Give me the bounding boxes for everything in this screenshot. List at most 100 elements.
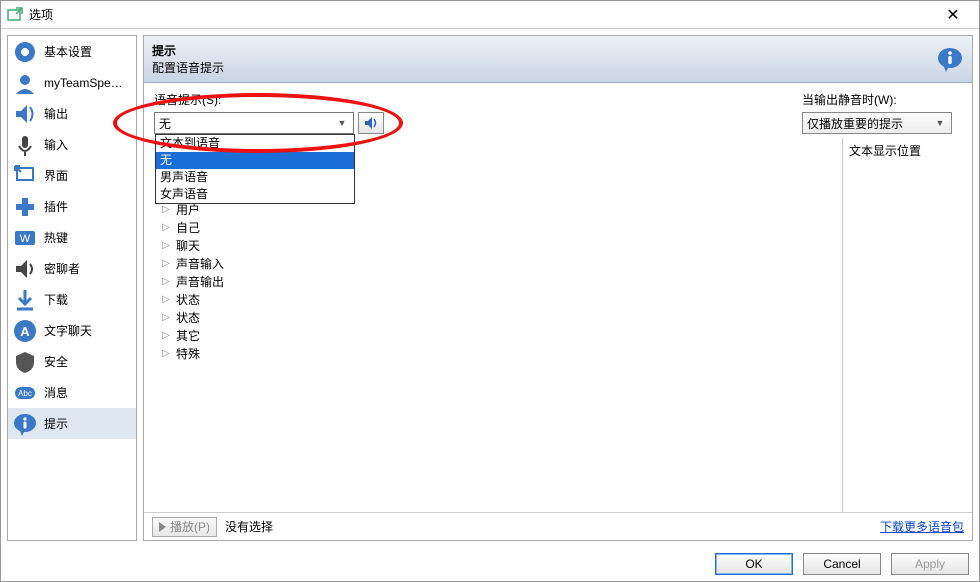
test-voice-button[interactable] <box>358 112 384 134</box>
sidebar-item-label: 输出 <box>44 105 68 122</box>
sidebar-icon <box>12 349 38 375</box>
sidebar-icon <box>12 132 38 158</box>
mute-output-value: 仅播放重要的提示 <box>807 115 933 132</box>
main-footer: 播放(P) 没有选择 下载更多语音包 <box>144 512 972 540</box>
sidebar-item[interactable]: 安全 <box>8 346 136 377</box>
tree-item-label: 聊天 <box>176 237 200 254</box>
titlebar: 选项 ✕ <box>1 1 979 29</box>
expander-icon: ▷ <box>162 276 172 287</box>
svg-text:A: A <box>20 324 30 339</box>
mute-output-label: 当输出静音时(W): <box>802 91 962 108</box>
tree-item[interactable]: ▷ 状态 <box>162 290 832 308</box>
sidebar-item[interactable]: Abc 消息 <box>8 377 136 408</box>
tree-item[interactable]: ▷ 特殊 <box>162 344 832 362</box>
sidebar-item-label: 界面 <box>44 167 68 184</box>
text-position-panel: 文本显示位置 <box>842 138 962 512</box>
tree-item-label: 声音输出 <box>176 273 224 290</box>
svg-text:W: W <box>20 233 31 245</box>
sidebar-item[interactable]: 提示 <box>8 408 136 439</box>
tree-item-label: 其它 <box>176 327 200 344</box>
main-body: 语音提示(S): 无 ▼ 文本到语音无男声语音女声语音 <box>144 83 972 512</box>
sidebar-item[interactable]: W 热键 <box>8 222 136 253</box>
sidebar-item[interactable]: 密聊者 <box>8 253 136 284</box>
tree-item[interactable]: ▷ 声音输入 <box>162 254 832 272</box>
sidebar-icon <box>12 101 38 127</box>
sidebar-item[interactable]: 输出 <box>8 98 136 129</box>
chevron-down-icon: ▼ <box>335 118 349 128</box>
dropdown-item[interactable]: 无 <box>156 152 354 169</box>
sidebar-item[interactable]: myTeamSpe… <box>8 67 136 98</box>
sidebar-icon <box>12 70 38 96</box>
expander-icon: ▷ <box>162 294 172 305</box>
expander-icon: ▷ <box>162 240 172 251</box>
sidebar-icon <box>12 163 38 189</box>
sidebar-item-label: 下载 <box>44 291 68 308</box>
expander-icon: ▷ <box>162 258 172 269</box>
sidebar-item[interactable]: A 文字聊天 <box>8 315 136 346</box>
chevron-down-icon: ▼ <box>933 118 947 128</box>
svg-text:Abc: Abc <box>18 389 32 398</box>
expander-icon: ▷ <box>162 312 172 323</box>
expander-icon: ▷ <box>162 330 172 341</box>
tree-item-label: 声音输入 <box>176 255 224 272</box>
app-icon <box>7 7 23 23</box>
header-subtitle: 配置语音提示 <box>152 59 936 76</box>
sidebar-icon: A <box>12 318 38 344</box>
sidebar-item-label: 输入 <box>44 136 68 153</box>
sidebar-item[interactable]: 输入 <box>8 129 136 160</box>
sidebar-icon <box>12 256 38 282</box>
window-title: 选项 <box>29 6 933 23</box>
sidebar-item[interactable]: 插件 <box>8 191 136 222</box>
sidebar-icon <box>12 411 38 437</box>
text-position-title: 文本显示位置 <box>849 142 956 159</box>
ok-button[interactable]: OK <box>715 553 793 575</box>
sidebar-icon <box>12 194 38 220</box>
sidebar-item-label: 消息 <box>44 384 68 401</box>
form-row: 语音提示(S): 无 ▼ 文本到语音无男声语音女声语音 <box>154 91 962 134</box>
tree-item[interactable]: ▷ 状态 <box>162 308 832 326</box>
tree-item-label: 特殊 <box>176 345 200 362</box>
expander-icon: ▷ <box>162 222 172 233</box>
close-button[interactable]: ✕ <box>933 5 973 25</box>
header-title: 提示 <box>152 42 936 59</box>
sidebar-icon: Abc <box>12 380 38 406</box>
voice-prompt-label: 语音提示(S): <box>154 91 802 108</box>
sidebar-item-label: 基本设置 <box>44 43 92 60</box>
play-button[interactable]: 播放(P) <box>152 517 217 537</box>
sidebar-icon: W <box>12 225 38 251</box>
sidebar-item-label: 安全 <box>44 353 68 370</box>
cancel-button[interactable]: Cancel <box>803 553 881 575</box>
play-icon <box>159 522 166 532</box>
tree-item[interactable]: ▷ 自己 <box>162 218 832 236</box>
expander-icon: ▷ <box>162 348 172 359</box>
sidebar-icon <box>12 39 38 65</box>
sidebar-item[interactable]: 基本设置 <box>8 36 136 67</box>
info-icon <box>936 45 964 73</box>
tree-item[interactable]: ▷ 聊天 <box>162 236 832 254</box>
dropdown-item[interactable]: 文本到语音 <box>156 135 354 152</box>
sidebar-item-label: 密聊者 <box>44 260 80 277</box>
sidebar-item-label: 热键 <box>44 229 68 246</box>
sidebar-item-label: myTeamSpe… <box>44 76 123 90</box>
window: 选项 ✕ 基本设置 myTeamSpe… 输出输入界面插件 W 热键密聊者下载 A 文字聊天… <box>0 0 980 582</box>
sidebar: 基本设置 myTeamSpe… 输出输入界面插件 W 热键密聊者下载 A 文字聊天安全 Abc… <box>7 35 137 541</box>
tree-item-label: 状态 <box>176 291 200 308</box>
tree-item-label: 状态 <box>176 309 200 326</box>
button-bar: OK Cancel Apply <box>1 547 979 581</box>
tree-item-label: 自己 <box>176 219 200 236</box>
tree-item[interactable]: ▷ 声音输出 <box>162 272 832 290</box>
footer-status: 没有选择 <box>225 518 273 535</box>
window-body: 基本设置 myTeamSpe… 输出输入界面插件 W 热键密聊者下载 A 文字聊天安全 Abc… <box>1 29 979 547</box>
mute-output-combo[interactable]: 仅播放重要的提示 ▼ <box>802 112 952 134</box>
voice-prompt-combo[interactable]: 无 ▼ 文本到语音无男声语音女声语音 <box>154 112 354 134</box>
apply-button[interactable]: Apply <box>891 553 969 575</box>
download-more-link[interactable]: 下载更多语音包 <box>880 518 964 535</box>
voice-prompt-value: 无 <box>159 115 335 132</box>
dropdown-item[interactable]: 女声语音 <box>156 186 354 203</box>
dropdown-item[interactable]: 男声语音 <box>156 169 354 186</box>
sidebar-item[interactable]: 界面 <box>8 160 136 191</box>
sidebar-item-label: 插件 <box>44 198 68 215</box>
sidebar-item[interactable]: 下载 <box>8 284 136 315</box>
sidebar-item-label: 文字聊天 <box>44 322 92 339</box>
tree-item[interactable]: ▷ 其它 <box>162 326 832 344</box>
